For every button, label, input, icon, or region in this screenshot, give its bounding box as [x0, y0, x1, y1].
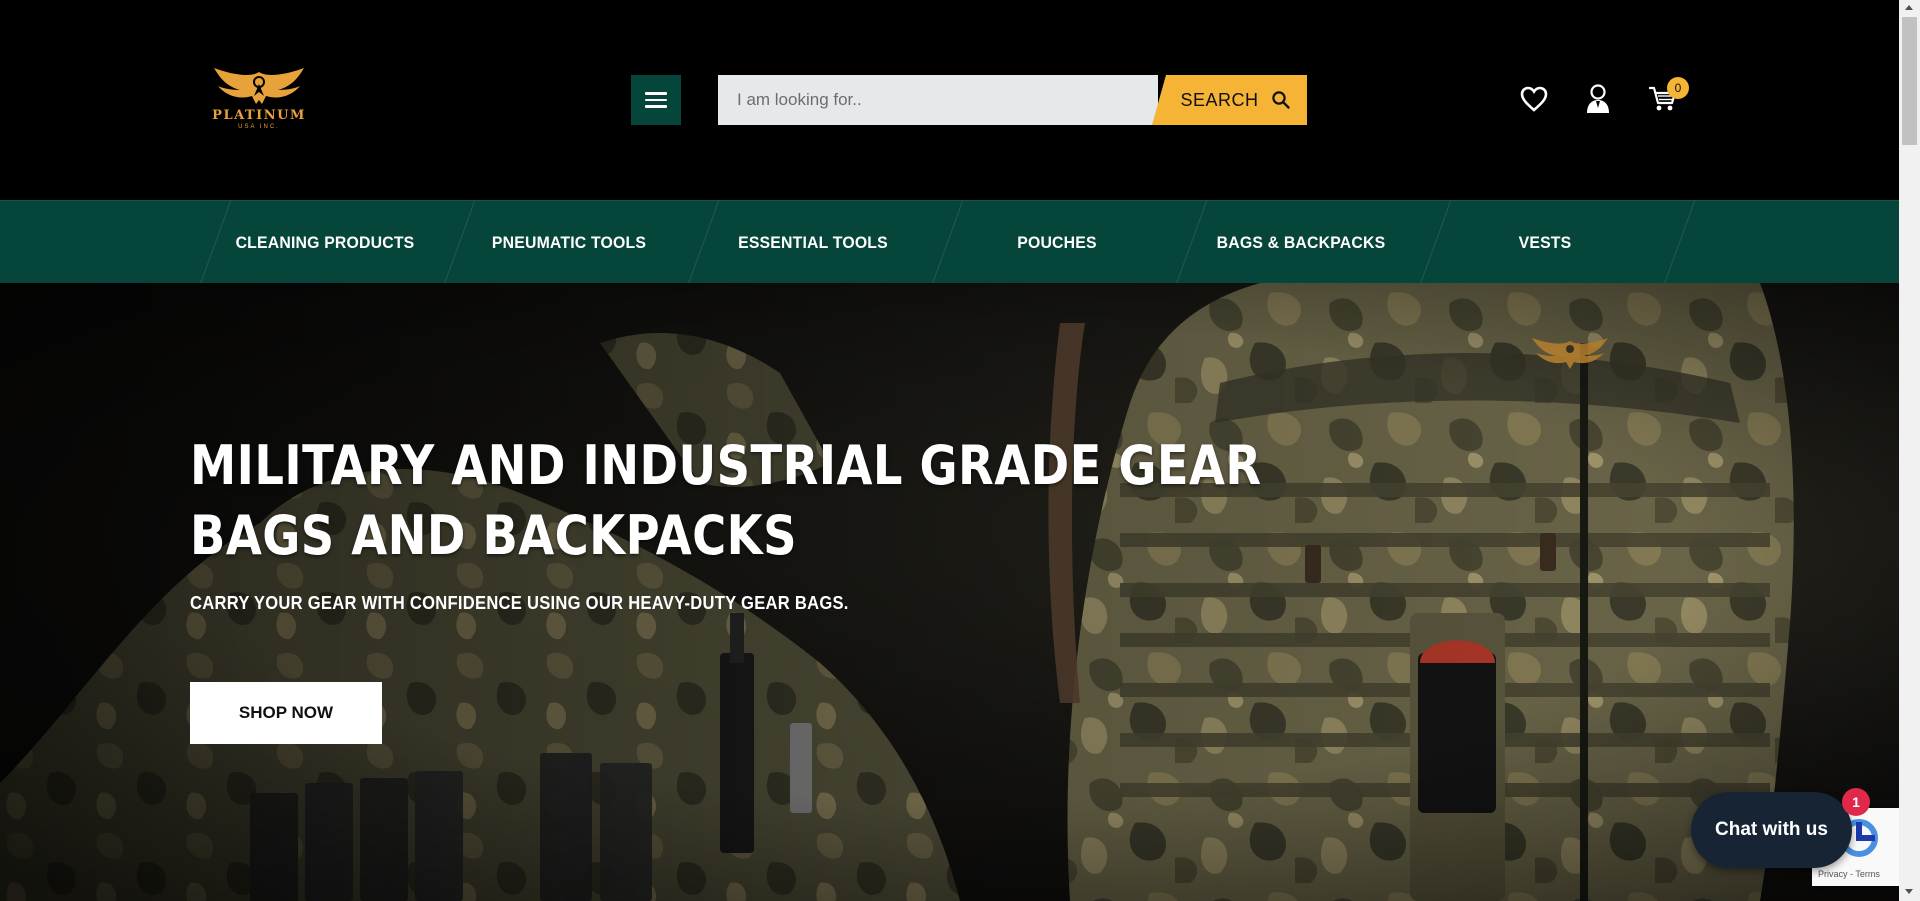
- chat-with-us-button[interactable]: Chat with us: [1691, 792, 1852, 868]
- logo-wordmark: PLATINUM: [212, 108, 306, 123]
- nav-item-essential-tools[interactable]: ESSENTIAL TOOLS: [700, 201, 927, 284]
- chat-notification-badge: 1: [1842, 788, 1870, 816]
- hero-banner: MILITARY AND INDUSTRIAL GRADE GEAR BAGS …: [0, 283, 1899, 901]
- hero-subtitle: CARRY YOUR GEAR WITH CONFIDENCE USING OU…: [190, 593, 849, 613]
- hero-title-line-1: MILITARY AND INDUSTRIAL GRADE GEAR: [190, 434, 1262, 497]
- hamburger-menu-icon: [645, 88, 667, 112]
- search-icon: [1271, 91, 1290, 109]
- main-navigation: CLEANING PRODUCTS PNEUMATIC TOOLS ESSENT…: [0, 200, 1899, 284]
- hero-background-image: [0, 283, 1899, 901]
- site-header: PLATINUM USA INC. SEARCH: [0, 0, 1899, 200]
- search-bar: SEARCH: [718, 75, 1307, 125]
- site-logo[interactable]: PLATINUM USA INC.: [210, 64, 308, 136]
- hero-title-line-2: BAGS AND BACKPACKS: [190, 504, 797, 567]
- nav-item-vests[interactable]: VESTS: [1432, 201, 1659, 284]
- scroll-up-arrow-icon[interactable]: [1905, 5, 1913, 10]
- logo-subtext: USA INC.: [238, 124, 280, 130]
- hamburger-menu-button[interactable]: [631, 75, 681, 125]
- scrollbar-thumb[interactable]: [1902, 17, 1917, 145]
- account-button[interactable]: [1581, 82, 1615, 116]
- recaptcha-text: Privacy - Terms: [1818, 869, 1880, 879]
- shop-now-button[interactable]: SHOP NOW: [190, 682, 382, 744]
- nav-item-cleaning-products[interactable]: CLEANING PRODUCTS: [212, 201, 439, 284]
- eagle-logo-icon: [214, 68, 304, 104]
- search-button[interactable]: SEARCH: [1152, 75, 1307, 125]
- search-input[interactable]: [718, 75, 1158, 125]
- cart-count-badge: 0: [1667, 77, 1689, 99]
- hero-title: MILITARY AND INDUSTRIAL GRADE GEAR BAGS …: [190, 431, 1262, 571]
- search-button-label: SEARCH: [1180, 89, 1259, 110]
- scroll-down-arrow-icon[interactable]: [1905, 889, 1913, 894]
- page-scrollbar[interactable]: [1899, 0, 1920, 901]
- heart-icon: [1520, 86, 1548, 112]
- nav-item-pneumatic-tools[interactable]: PNEUMATIC TOOLS: [456, 201, 683, 284]
- nav-item-bags-backpacks[interactable]: BAGS & BACKPACKS: [1188, 201, 1415, 284]
- user-icon: [1587, 84, 1609, 113]
- nav-item-pouches[interactable]: POUCHES: [944, 201, 1171, 284]
- wishlist-button[interactable]: [1517, 82, 1551, 116]
